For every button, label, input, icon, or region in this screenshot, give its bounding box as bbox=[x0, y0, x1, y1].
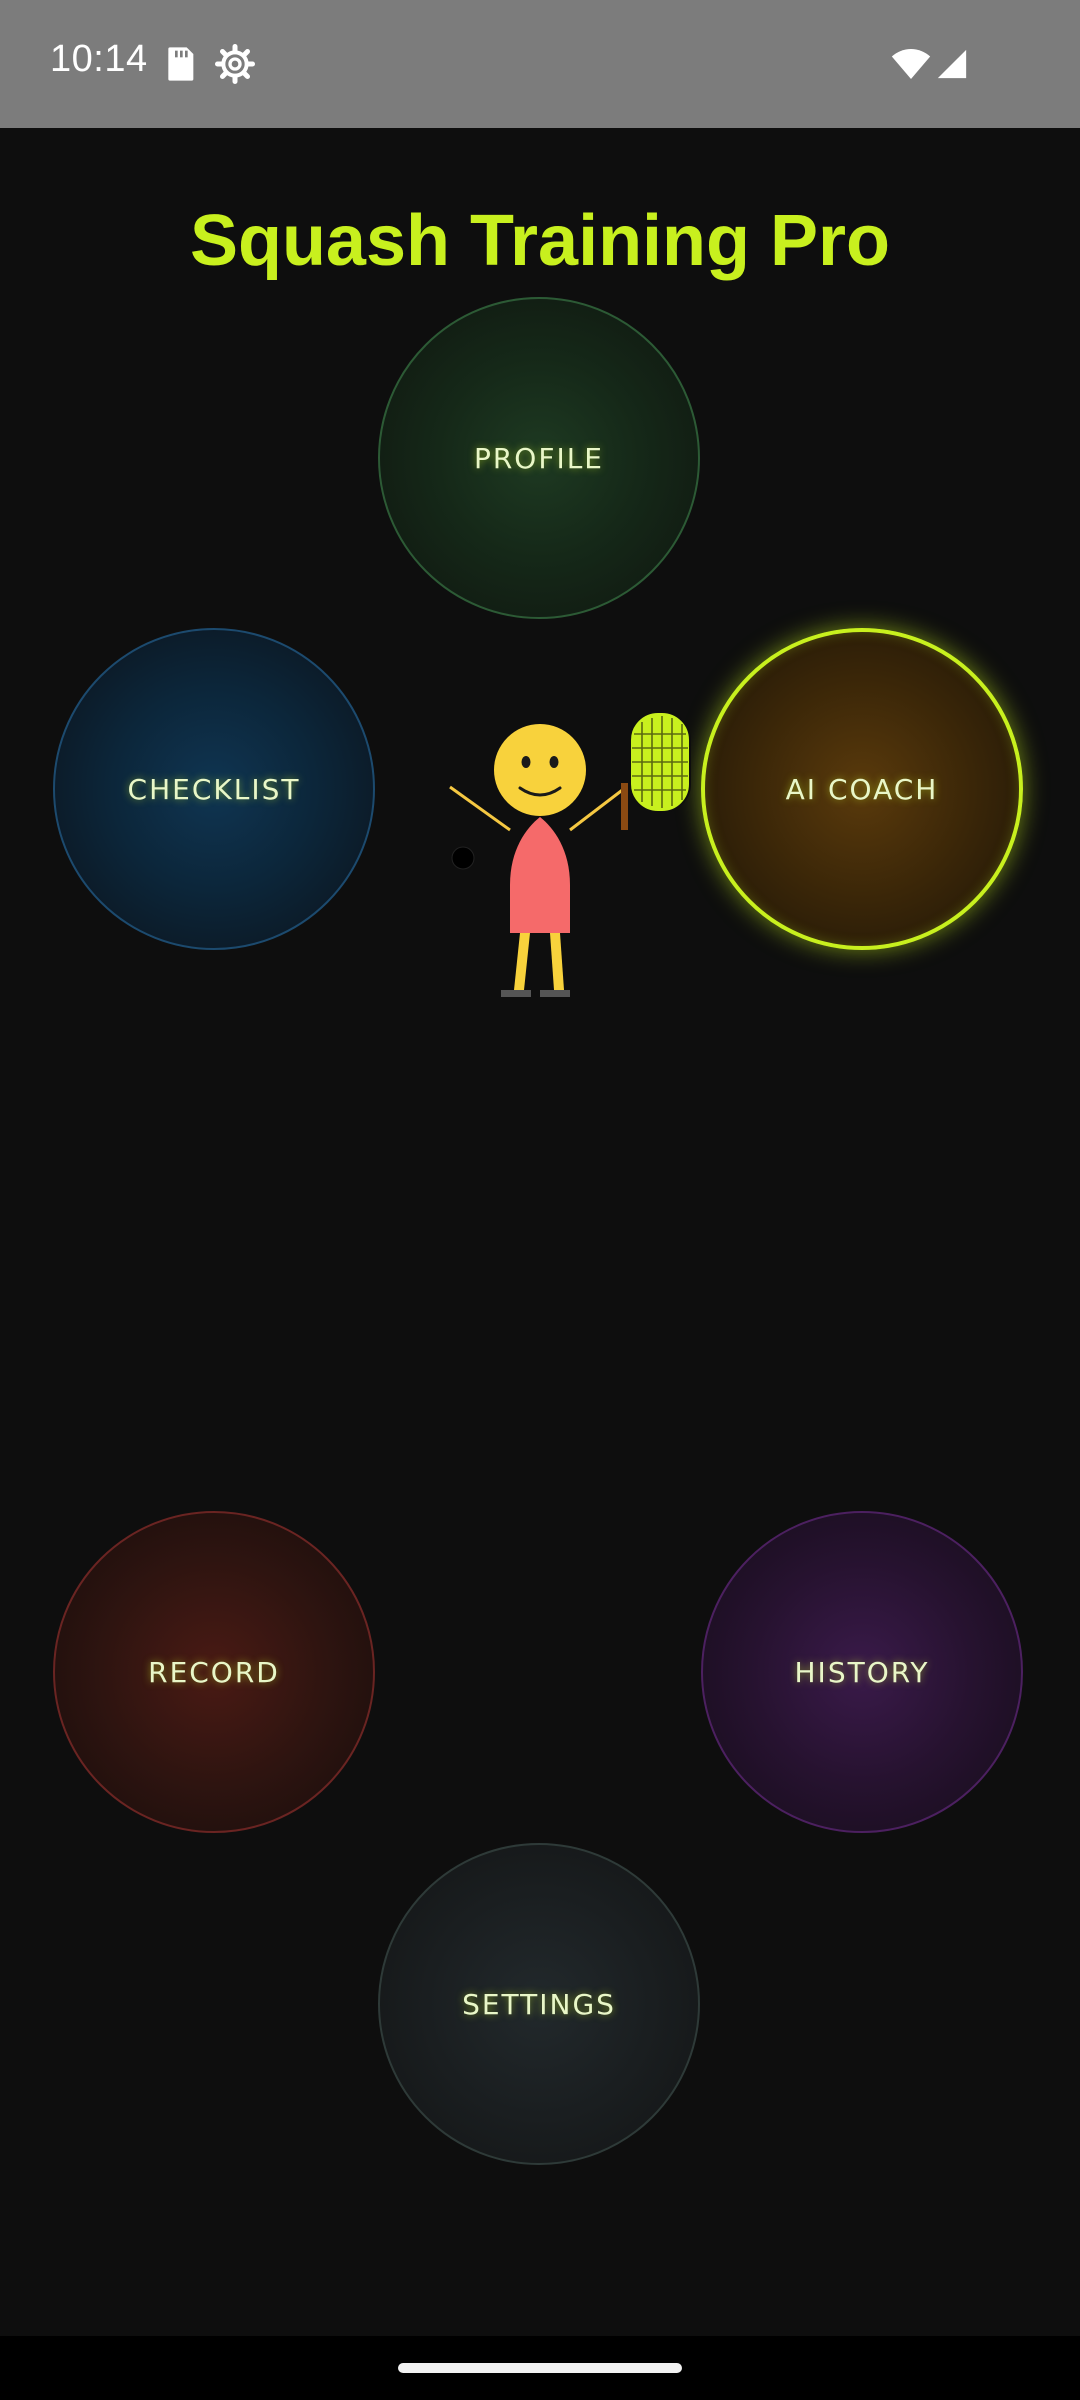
cell-signal-icon bbox=[935, 44, 969, 84]
history-button[interactable]: HISTORY bbox=[701, 1511, 1023, 1833]
history-label: HISTORY bbox=[794, 1655, 930, 1689]
app-title: Squash Training Pro bbox=[189, 201, 891, 281]
record-button[interactable]: RECORD bbox=[53, 1511, 375, 1833]
ai-coach-button[interactable]: AI COACH bbox=[701, 628, 1023, 950]
squash-player-mascot-icon bbox=[440, 700, 700, 1010]
checklist-label: CHECKLIST bbox=[127, 772, 301, 806]
settings-label: SETTINGS bbox=[462, 1987, 616, 2021]
wifi-icon bbox=[890, 44, 932, 84]
status-time: 10:14 bbox=[50, 38, 148, 80]
home-indicator[interactable] bbox=[398, 2363, 682, 2373]
settings-button[interactable]: SETTINGS bbox=[378, 1843, 700, 2165]
profile-button[interactable]: PROFILE bbox=[378, 297, 700, 619]
status-bar: 10:14 bbox=[0, 0, 1080, 128]
profile-label: PROFILE bbox=[473, 441, 605, 475]
checklist-button[interactable]: CHECKLIST bbox=[53, 628, 375, 950]
record-label: RECORD bbox=[148, 1655, 280, 1689]
home-screen: 10:14 Squash Training Pro PROFILE CHECKL… bbox=[0, 0, 1080, 2400]
sd-card-icon bbox=[160, 44, 200, 84]
ai-coach-label: AI COACH bbox=[785, 772, 939, 806]
settings-gear-icon bbox=[215, 44, 255, 84]
